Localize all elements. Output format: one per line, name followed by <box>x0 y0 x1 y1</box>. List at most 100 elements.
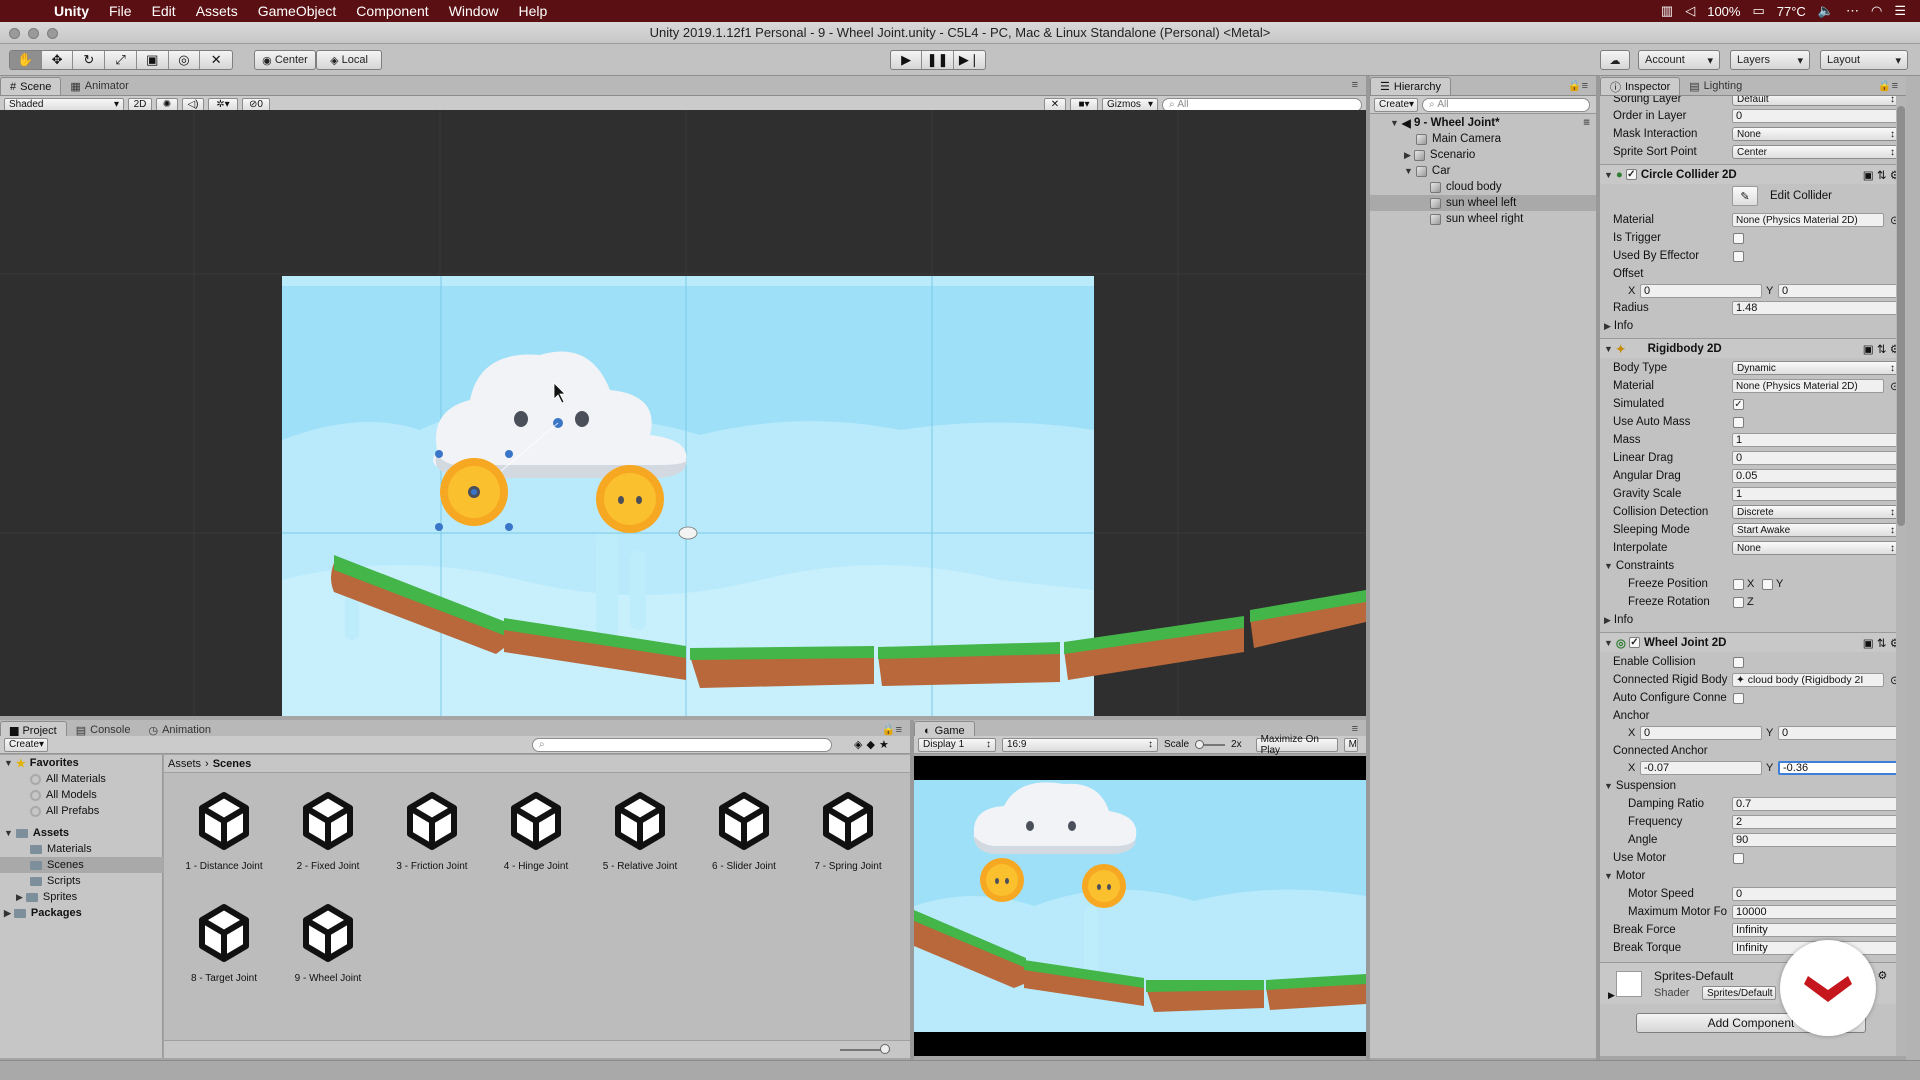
project-search-input[interactable]: ⌕ <box>532 737 832 752</box>
menu-component[interactable]: Component <box>346 3 438 19</box>
interpolate-dropdown[interactable]: None ↕ <box>1732 541 1900 555</box>
hierarchy-item-sun-wheel-left[interactable]: sun wheel left <box>1370 195 1596 211</box>
inspector-scrollbar[interactable] <box>1896 96 1906 1056</box>
enable-collision-checkbox[interactable] <box>1733 656 1744 668</box>
folder-scripts[interactable]: Scripts <box>0 873 163 889</box>
packages-row[interactable]: ▶ Packages <box>0 905 163 921</box>
anchor-y-input[interactable]: 0 <box>1778 726 1900 740</box>
break-force-input[interactable]: Infinity <box>1732 923 1900 937</box>
collision-detection-dropdown[interactable]: Discrete ↕ <box>1732 505 1900 519</box>
hierarchy-item-main-camera[interactable]: Main Camera <box>1370 131 1596 147</box>
fav-all-prefabs[interactable]: All Prefabs <box>0 803 163 819</box>
hierarchy-create-dropdown[interactable]: Create ▾ <box>1374 97 1418 112</box>
angular-drag-input[interactable]: 0.05 <box>1732 469 1900 483</box>
collider-material-field[interactable]: None (Physics Material 2D) <box>1732 213 1884 227</box>
mute-audio-toggle[interactable]: M <box>1343 737 1358 752</box>
display-dropdown[interactable]: Display 1 ↕ <box>918 737 996 752</box>
menu-app[interactable]: Unity <box>44 3 99 19</box>
expanded-arrow-icon[interactable]: ▼ <box>1604 871 1613 881</box>
scene-asset[interactable]: 6 - Slider Joint <box>696 785 792 885</box>
volume-icon[interactable]: 🔈 <box>1818 3 1834 19</box>
motor-row[interactable]: ▼ Motor <box>1600 867 1906 885</box>
component-settings-icon[interactable]: ▣ ⇅ ⚙ <box>1863 168 1900 182</box>
used-by-effector-checkbox[interactable] <box>1733 250 1744 262</box>
menu-file[interactable]: File <box>99 3 142 19</box>
collapsed-arrow-icon[interactable]: ▶ <box>1404 150 1411 161</box>
wheel-joint-header[interactable]: ▼ ◎ ✓ Wheel Joint 2D ▣ ⇅ ⚙ <box>1600 632 1906 652</box>
expanded-arrow-icon[interactable]: ▼ <box>1404 166 1413 176</box>
collapsed-arrow-icon[interactable]: ▶ <box>16 892 23 903</box>
step-icon[interactable]: ▶❘ <box>954 51 985 69</box>
scene-view[interactable] <box>0 110 1366 716</box>
connected-anchor-x-input[interactable]: -0.07 <box>1640 761 1762 775</box>
panel-divider[interactable] <box>1596 76 1600 1060</box>
zoom-slider-handle[interactable] <box>880 1044 890 1054</box>
hierarchy-item-cloud-body[interactable]: cloud body <box>1370 179 1596 195</box>
lock-icon[interactable]: 🔒≡ <box>882 723 902 736</box>
menu-help[interactable]: Help <box>508 3 557 19</box>
scene-asset[interactable]: 5 - Relative Joint <box>592 785 688 885</box>
simulated-checkbox[interactable]: ✓ <box>1733 398 1744 410</box>
offset-y-input[interactable]: 0 <box>1778 284 1900 298</box>
lock-icon[interactable]: 🔒≡ <box>1878 79 1898 92</box>
constraints-row[interactable]: ▼ Constraints <box>1600 557 1906 575</box>
fav-all-models[interactable]: All Models <box>0 787 163 803</box>
assets-row[interactable]: ▼ Assets <box>0 825 163 841</box>
panel-divider[interactable] <box>910 720 914 1060</box>
circle-collider-header[interactable]: ▼ ● ✓ Circle Collider 2D ▣ ⇅ ⚙ <box>1600 164 1906 184</box>
shader-dropdown[interactable]: Sprites/Default <box>1702 986 1776 1000</box>
damping-input[interactable]: 0.7 <box>1732 797 1900 811</box>
move-tool-icon[interactable]: ✥ <box>42 51 74 69</box>
scene-asset[interactable]: 1 - Distance Joint <box>176 785 272 885</box>
auto-mass-checkbox[interactable] <box>1733 416 1744 428</box>
hand-tool-icon[interactable]: ✋ <box>10 51 42 69</box>
expanded-arrow-icon[interactable]: ▼ <box>1604 170 1613 180</box>
sound-icon[interactable]: ◁ <box>1685 3 1695 19</box>
component-settings-icon[interactable]: ▣ ⇅ ⚙ <box>1863 636 1900 650</box>
maximize-on-play-toggle[interactable]: Maximize On Play <box>1255 734 1338 756</box>
expanded-arrow-icon[interactable]: ▼ <box>1604 781 1613 791</box>
rb-material-field[interactable]: None (Physics Material 2D) <box>1732 379 1884 393</box>
scale-slider[interactable] <box>1195 739 1226 749</box>
menu-assets[interactable]: Assets <box>186 3 248 19</box>
expanded-arrow-icon[interactable]: ▼ <box>4 758 13 768</box>
frequency-input[interactable]: 2 <box>1732 815 1900 829</box>
motor-speed-input[interactable]: 0 <box>1732 887 1900 901</box>
panel-menu-icon[interactable]: ≡ <box>1352 79 1358 91</box>
expanded-arrow-icon[interactable]: ▼ <box>1604 561 1613 571</box>
tab-lighting[interactable]: ▤ Lighting <box>1680 77 1751 95</box>
scrollbar-thumb[interactable] <box>1897 106 1905 526</box>
expanded-arrow-icon[interactable]: ▼ <box>4 828 13 838</box>
folder-sprites[interactable]: ▶ Sprites <box>0 889 163 905</box>
menu-edit[interactable]: Edit <box>142 3 186 19</box>
gravity-input[interactable]: 1 <box>1732 487 1900 501</box>
linear-drag-input[interactable]: 0 <box>1732 451 1900 465</box>
custom-tool-icon[interactable]: ✕ <box>200 51 232 69</box>
edit-collider-button[interactable]: ✎ <box>1732 186 1758 206</box>
tab-inspector[interactable]: ⓘ Inspector <box>1600 77 1681 95</box>
rotate-tool-icon[interactable]: ↻ <box>73 51 106 69</box>
close-window-button[interactable] <box>9 28 20 39</box>
collapsed-arrow-icon[interactable]: ▶ <box>1604 321 1611 332</box>
tab-hierarchy[interactable]: ☰ Hierarchy <box>1370 77 1451 95</box>
mask-interaction-dropdown[interactable]: None ↕ <box>1732 127 1900 141</box>
rb-info-row[interactable]: ▶ Info <box>1600 611 1906 629</box>
hierarchy-scene-row[interactable]: ▼ ◀ 9 - Wheel Joint* ≡ <box>1370 115 1596 131</box>
panel-menu-icon[interactable]: ≡ <box>1352 723 1358 735</box>
rigidbody-header[interactable]: ▼ ✦ Rigidbody 2D ▣ ⇅ ⚙ <box>1600 338 1906 358</box>
expanded-arrow-icon[interactable]: ▼ <box>1604 344 1613 354</box>
folder-scenes[interactable]: Scenes <box>0 857 163 873</box>
pivot-local-button[interactable]: ◈ Local <box>316 50 382 70</box>
hierarchy-search-input[interactable]: ⌕ All <box>1422 97 1590 112</box>
scene-canvas[interactable] <box>0 110 1366 716</box>
filter-by-type-icon[interactable]: ◈ <box>854 738 862 751</box>
play-icon[interactable]: ▶ <box>891 51 923 69</box>
project-create-dropdown[interactable]: Create ▾ <box>4 737 48 752</box>
scene-asset[interactable]: 2 - Fixed Joint <box>280 785 376 885</box>
scene-asset[interactable]: 4 - Hinge Joint <box>488 785 584 885</box>
sprite-sort-point-dropdown[interactable]: Center ↕ <box>1732 145 1900 159</box>
collider-info-row[interactable]: ▶ Info <box>1600 317 1906 335</box>
suspension-row[interactable]: ▼ Suspension <box>1600 777 1906 795</box>
expanded-arrow-icon[interactable]: ▼ <box>1604 638 1613 648</box>
menu-window[interactable]: Window <box>439 3 509 19</box>
